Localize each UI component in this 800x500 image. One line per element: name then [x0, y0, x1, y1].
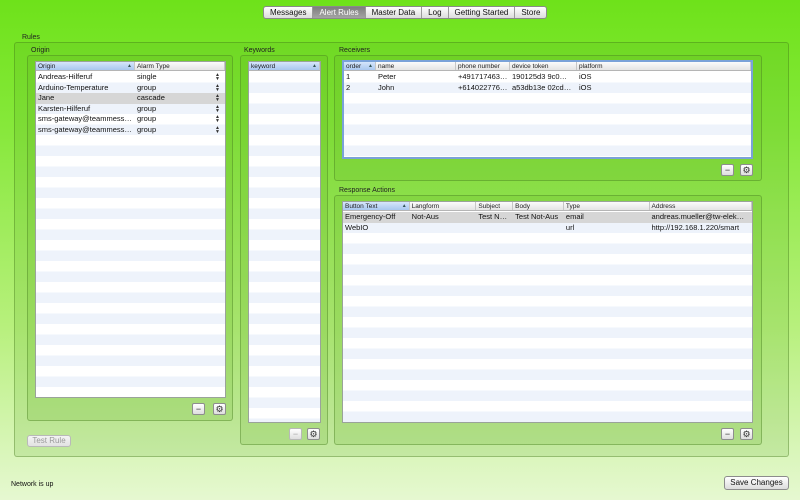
receiver-token-cell: a53db13e 02cd…: [512, 82, 572, 92]
subject-column-header[interactable]: Subject: [476, 202, 514, 210]
alarm-type-cell[interactable]: group: [135, 125, 225, 136]
origin-table[interactable]: Origin ▲ Alarm Type Andreas-Hilferuf singl…: [35, 61, 226, 398]
action-subject-cell: Test N…: [478, 212, 508, 221]
origin-cell: Andreas-Hilferuf: [38, 72, 93, 81]
action-row[interactable]: WebIO url http://192.168.1.220/smart: [343, 223, 752, 234]
action-body-cell: Test Not-Aus: [515, 212, 559, 221]
action-type-cell: email: [565, 212, 584, 221]
alarm-type-cell[interactable]: group: [135, 114, 225, 125]
receiver-platform-cell: iOS: [579, 82, 592, 92]
response-actions-table[interactable]: Button Text ▲ Langform Subject Body Type …: [342, 201, 753, 423]
receiver-name-cell: Peter: [378, 72, 396, 81]
body-column-header[interactable]: Body: [513, 202, 564, 210]
sort-ascending-icon: ▲: [312, 63, 317, 69]
action-body-cell: [513, 223, 564, 234]
origin-cell: Karsten-Hilferuf: [38, 103, 91, 113]
receiver-order-cell: 2: [346, 82, 351, 92]
origin-row[interactable]: sms-gateway@teammess… group ▲ ▼: [36, 125, 225, 136]
action-type-cell: url: [565, 222, 575, 232]
name-column-header[interactable]: name: [376, 62, 456, 70]
sort-ascending-icon: ▲: [368, 63, 373, 69]
button-text-column-header[interactable]: Button Text ▲: [343, 202, 410, 210]
origin-cell: sms-gateway@teammess…: [38, 114, 132, 123]
popup-stepper-icon[interactable]: ▲ ▼: [215, 125, 220, 134]
sort-ascending-icon: ▲: [401, 203, 407, 209]
keyword-remove-button[interactable]: −: [289, 428, 302, 440]
keyword-column-header[interactable]: keyword ▲: [249, 62, 320, 70]
tab-store[interactable]: Store: [515, 7, 546, 18]
type-column-header[interactable]: Type: [564, 202, 650, 210]
receiver-platform-cell: iOS: [579, 72, 592, 81]
tab-getting-started[interactable]: Getting Started: [449, 7, 516, 18]
receiver-order-cell: 1: [346, 72, 351, 81]
device-token-column-header[interactable]: device token: [510, 62, 577, 70]
action-button-cell: WebIO: [345, 222, 369, 232]
receiver-remove-button[interactable]: −: [721, 164, 734, 176]
origin-remove-button[interactable]: −: [192, 403, 205, 415]
save-changes-button[interactable]: Save Changes: [724, 476, 789, 490]
alarm-type-cell[interactable]: group: [135, 104, 225, 115]
receivers-table[interactable]: order ▲ name phone number device token pl…: [342, 60, 753, 159]
receiver-phone-cell: +614022776…: [458, 82, 508, 92]
alarm-type-cell[interactable]: single: [135, 72, 225, 83]
main-tab-bar: Messages Alert Rules Master Data Log Get…: [263, 6, 548, 19]
origin-row[interactable]: sms-gateway@teammess… group ▲ ▼: [36, 114, 225, 125]
receiver-settings-gear-icon[interactable]: ⚙: [740, 164, 753, 176]
origin-row[interactable]: Arduino-Temperature group ▲ ▼: [36, 83, 225, 94]
network-status-text: Network is up: [11, 481, 54, 488]
order-column-header[interactable]: order ▲: [344, 62, 376, 70]
action-row[interactable]: Emergency-Off Not-Aus Test N… Test Not-Aus e…: [343, 212, 752, 223]
action-langform-cell: Not-Aus: [411, 212, 439, 221]
origin-label: Origin: [31, 47, 50, 54]
response-actions-label: Response Actions: [339, 187, 396, 194]
keywords-label: Keywords: [244, 47, 275, 54]
address-column-header[interactable]: Address: [650, 202, 752, 210]
alarm-type-cell[interactable]: group: [135, 83, 225, 94]
origin-column-header[interactable]: Origin ▲: [36, 62, 135, 70]
origin-cell: sms-gateway@teammess…: [38, 124, 132, 134]
action-address-cell: andreas.mueller@tw-elek…: [651, 212, 745, 221]
popup-stepper-icon[interactable]: ▲ ▼: [215, 73, 220, 82]
action-remove-button[interactable]: −: [721, 428, 734, 440]
receiver-row[interactable]: 1 Peter +491717463… 190125d3 9c0… iOS: [344, 72, 751, 83]
receiver-row[interactable]: 2 John +614022776… a53db13e 02cd… iOS: [344, 83, 751, 94]
origin-row[interactable]: Jane cascade ▲ ▼: [36, 93, 225, 104]
origin-cell: Jane: [38, 93, 55, 102]
alarm-type-cell[interactable]: cascade: [135, 93, 225, 104]
keyword-settings-gear-icon[interactable]: ⚙: [307, 428, 320, 440]
test-rule-button[interactable]: Test Rule: [27, 435, 71, 447]
tab-log[interactable]: Log: [422, 7, 449, 18]
origin-row[interactable]: Andreas-Hilferuf single ▲ ▼: [36, 72, 225, 83]
rules-label: Rules: [22, 34, 40, 41]
action-subject-cell: [476, 223, 513, 234]
receivers-label: Receivers: [339, 47, 371, 54]
tab-messages[interactable]: Messages: [264, 7, 314, 18]
alarm-type-column-header[interactable]: Alarm Type: [135, 62, 225, 70]
tab-master-data[interactable]: Master Data: [366, 7, 423, 18]
action-button-cell: Emergency-Off: [345, 212, 396, 221]
popup-stepper-icon[interactable]: ▲ ▼: [215, 104, 220, 113]
receiver-name-cell: John: [378, 82, 395, 92]
platform-column-header[interactable]: platform: [577, 62, 751, 70]
sort-ascending-icon: ▲: [127, 63, 132, 69]
tab-alert-rules[interactable]: Alert Rules: [313, 7, 366, 18]
popup-stepper-icon[interactable]: ▲ ▼: [215, 83, 220, 92]
action-address-cell: http://192.168.1.220/smart: [651, 222, 740, 232]
langform-column-header[interactable]: Langform: [410, 202, 477, 210]
popup-stepper-icon[interactable]: ▲ ▼: [215, 115, 220, 124]
action-settings-gear-icon[interactable]: ⚙: [740, 428, 753, 440]
popup-stepper-icon[interactable]: ▲ ▼: [215, 94, 220, 103]
receiver-token-cell: 190125d3 9c0…: [512, 72, 568, 81]
action-langform-cell: [410, 223, 477, 234]
receiver-phone-cell: +491717463…: [458, 72, 508, 81]
keywords-table[interactable]: keyword ▲: [248, 61, 321, 423]
phone-number-column-header[interactable]: phone number: [456, 62, 510, 70]
origin-settings-gear-icon[interactable]: ⚙: [213, 403, 226, 415]
origin-row[interactable]: Karsten-Hilferuf group ▲ ▼: [36, 104, 225, 115]
origin-cell: Arduino-Temperature: [38, 82, 109, 92]
